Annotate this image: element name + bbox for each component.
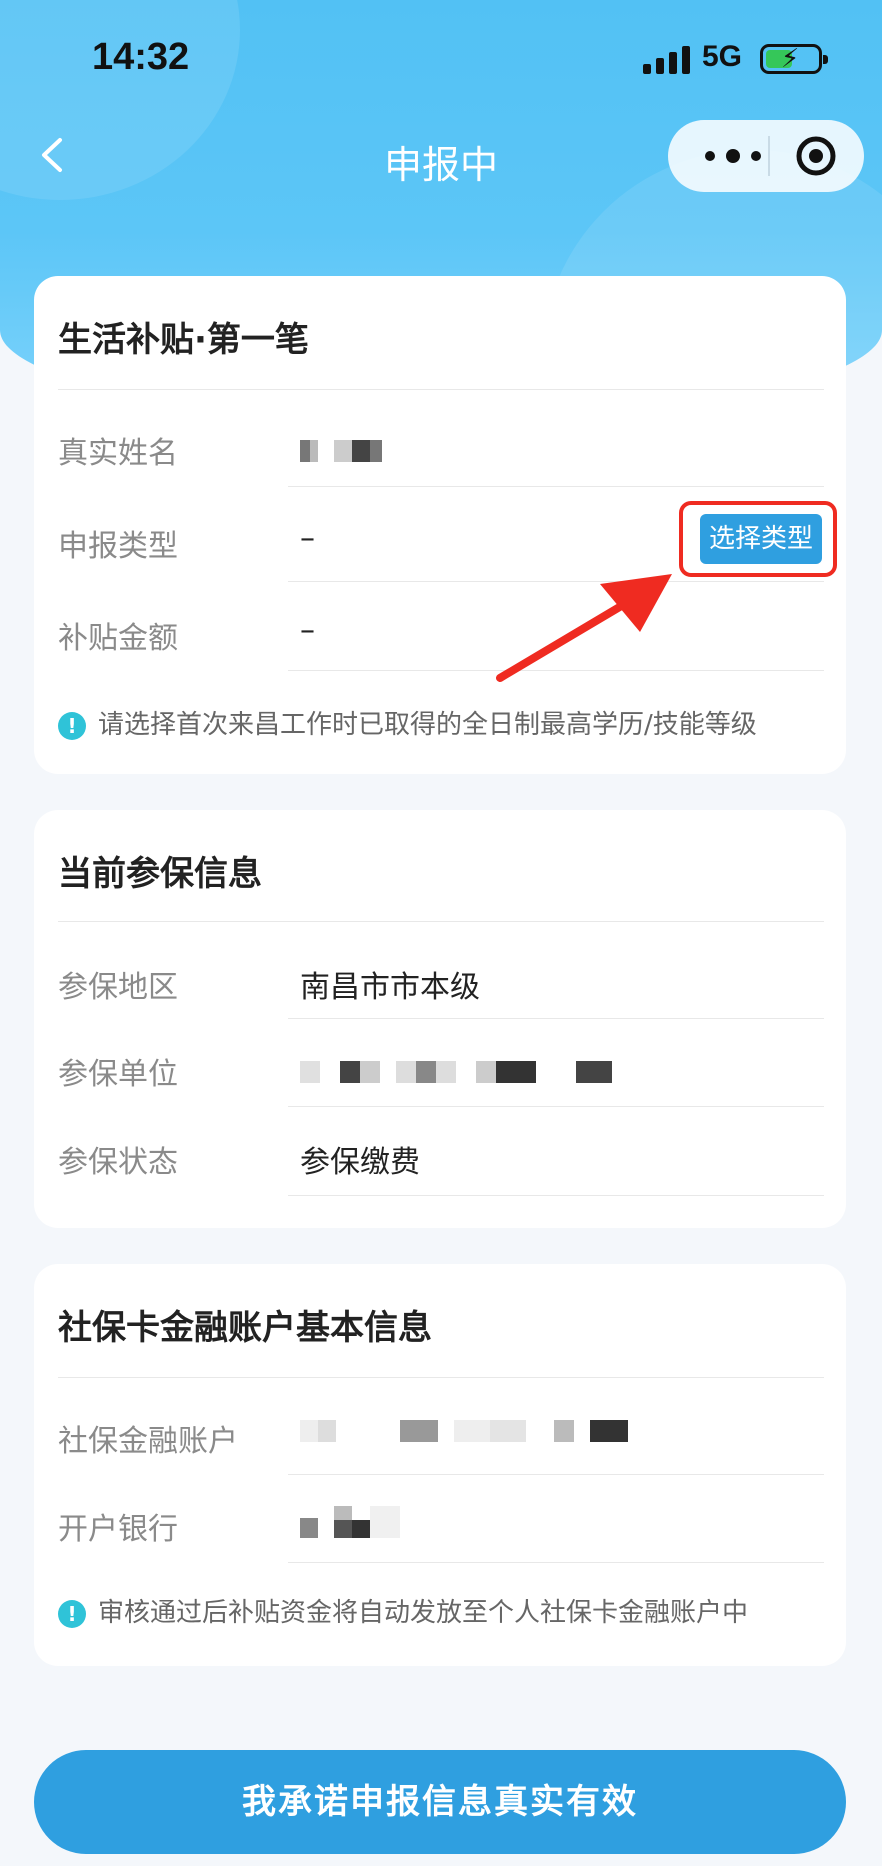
insurance-status-label: 参保状态 bbox=[58, 1145, 178, 1180]
insurance-card: 当前参保信息 参保地区 南昌市市本级 参保单位 参保状态 参保缴费 bbox=[34, 810, 846, 1228]
bank-tip-text: 审核通过后补贴资金将自动发放至个人社保卡金融账户中 bbox=[98, 1598, 749, 1628]
network-type: 5G bbox=[702, 40, 743, 73]
subsidy-card-title: 生活补贴·第一笔 bbox=[58, 320, 309, 360]
signal-icon bbox=[643, 46, 691, 74]
navigation-bar: 申报中 bbox=[0, 110, 882, 210]
bank-card-title: 社保卡金融账户基本信息 bbox=[58, 1308, 432, 1348]
subsidy-tip: ! 请选择首次来昌工作时已取得的全日制最高学历/技能等级 bbox=[58, 704, 757, 741]
miniprogram-capsule bbox=[668, 120, 864, 192]
declare-type-value: – bbox=[300, 521, 315, 556]
info-icon: ! bbox=[58, 711, 86, 740]
status-time: 14:32 bbox=[92, 36, 190, 78]
insurance-card-title: 当前参保信息 bbox=[58, 854, 262, 894]
bank-account-value-masked bbox=[300, 1420, 660, 1442]
subsidy-amount-label: 补贴金额 bbox=[58, 621, 178, 656]
subsidy-amount-value: – bbox=[300, 613, 315, 648]
insurance-employer-label: 参保单位 bbox=[58, 1057, 178, 1092]
real-name-value-masked bbox=[300, 440, 400, 462]
annotation-arrow-icon bbox=[496, 574, 672, 682]
subsidy-tip-text: 请选择首次来昌工作时已取得的全日制最高学历/技能等级 bbox=[98, 710, 757, 740]
bank-account-card: 社保卡金融账户基本信息 社保金融账户 开户银行 ! 审核通过后补贴资金将自动发放至… bbox=[34, 1264, 846, 1666]
insurance-region-label: 参保地区 bbox=[58, 970, 178, 1005]
insurance-employer-value-masked bbox=[300, 1061, 612, 1083]
real-name-label: 真实姓名 bbox=[58, 436, 178, 471]
bank-name-value-masked bbox=[300, 1506, 420, 1540]
insurance-status-value: 参保缴费 bbox=[300, 1145, 420, 1180]
info-icon: ! bbox=[58, 1599, 86, 1628]
battery-icon: ⚡ bbox=[760, 44, 828, 74]
close-miniprogram-icon[interactable] bbox=[794, 134, 838, 178]
more-dots-icon[interactable] bbox=[698, 140, 768, 172]
bank-name-label: 开户银行 bbox=[58, 1512, 178, 1547]
declare-type-label: 申报类型 bbox=[58, 529, 178, 564]
status-bar: 14:32 5G ⚡ bbox=[0, 0, 882, 110]
insurance-region-value: 南昌市市本级 bbox=[300, 970, 480, 1005]
bank-tip: ! 审核通过后补贴资金将自动发放至个人社保卡金融账户中 bbox=[58, 1592, 748, 1629]
commit-button[interactable]: 我承诺申报信息真实有效 bbox=[34, 1750, 846, 1854]
bank-account-label: 社保金融账户 bbox=[58, 1424, 238, 1459]
highlight-box bbox=[679, 501, 837, 577]
